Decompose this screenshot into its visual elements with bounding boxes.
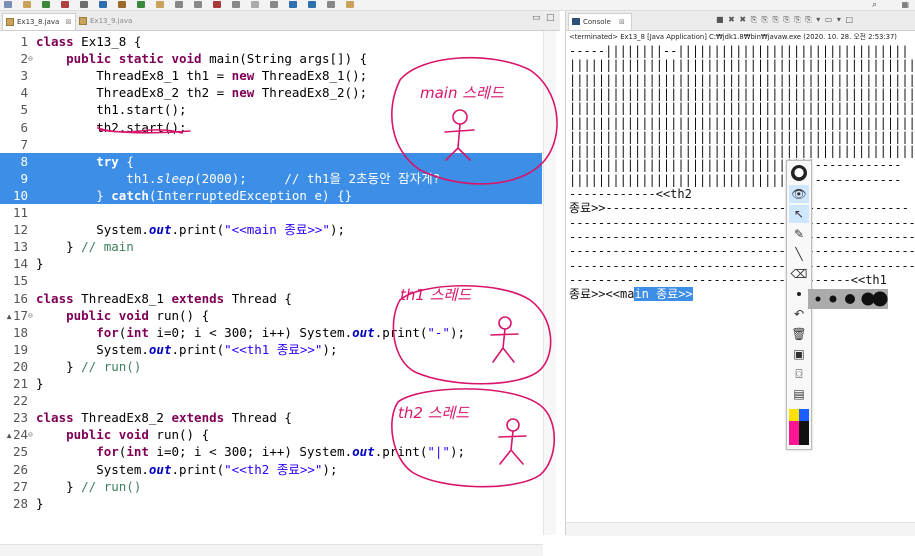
annotation-th1: th1 스레드 <box>400 286 472 304</box>
trash-icon[interactable]: 🗑 <box>789 325 809 343</box>
line-icon[interactable]: ╲ <box>789 245 809 263</box>
document-icon[interactable]: ▤ <box>789 385 809 403</box>
eye-icon[interactable]: 👁 <box>789 185 809 203</box>
stick-figure-head <box>452 109 468 125</box>
horizontal-scrollbar[interactable] <box>0 544 543 556</box>
stick-figure-body <box>444 123 475 161</box>
palette-color[interactable] <box>799 433 809 445</box>
pen-icon[interactable]: ✎ <box>789 225 809 243</box>
annotation-th2: th2 스레드 <box>398 404 470 422</box>
palette-color[interactable] <box>789 409 799 421</box>
pen-size-5[interactable] <box>872 291 888 307</box>
palette-color[interactable] <box>799 421 809 433</box>
eraser-icon[interactable]: ⌫ <box>789 265 809 283</box>
color-palette[interactable] <box>789 409 809 447</box>
app-logo-icon[interactable]: ⬤ <box>791 165 807 181</box>
pen-size-picker[interactable] <box>808 289 888 309</box>
pen-annotations: main 스레드 th1 스레드 th2 스레드 <box>97 56 558 488</box>
board-icon[interactable]: ▣ <box>789 345 809 363</box>
palette-color[interactable] <box>799 409 809 421</box>
camera-icon[interactable]: ⌼ <box>789 365 809 383</box>
circle-main <box>391 56 558 185</box>
annotation-main: main 스레드 <box>420 84 505 102</box>
palette-color[interactable] <box>789 421 799 433</box>
pen-size-1[interactable] <box>815 296 821 302</box>
dot-size-icon[interactable] <box>789 285 809 303</box>
palette-color[interactable] <box>789 433 799 445</box>
undo-icon[interactable]: ↶ <box>789 305 809 323</box>
cursor-arrow-icon[interactable]: ↖ <box>789 205 809 223</box>
pen-size-2[interactable] <box>829 295 837 303</box>
pen-size-3[interactable] <box>845 294 855 304</box>
